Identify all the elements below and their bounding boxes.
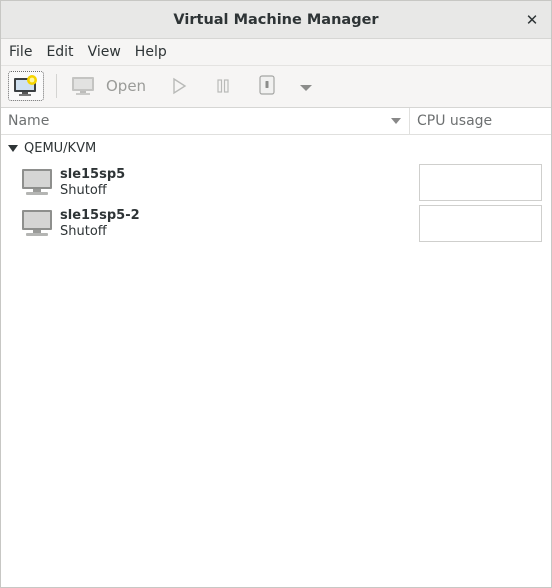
toolbar-separator: [56, 74, 57, 98]
column-name-label: Name: [8, 113, 50, 129]
vm-row[interactable]: sle15sp5 Shutoff: [1, 162, 551, 203]
column-name-header[interactable]: Name: [1, 108, 410, 134]
open-label: Open: [106, 77, 147, 95]
expander-icon[interactable]: [8, 144, 18, 153]
vm-name: sle15sp5-2: [60, 208, 140, 223]
column-header: Name CPU usage: [1, 108, 551, 135]
vm-status: Shutoff: [60, 183, 107, 198]
run-button[interactable]: [171, 77, 187, 99]
main-window: Virtual Machine Manager ✕ File Edit View…: [0, 0, 552, 588]
menu-help[interactable]: Help: [128, 39, 174, 65]
new-vm-button[interactable]: [8, 71, 44, 101]
menu-view[interactable]: View: [81, 39, 128, 65]
play-icon: [173, 77, 187, 95]
pause-button[interactable]: [215, 78, 231, 98]
new-vm-icon: [14, 75, 37, 96]
vm-list: QEMU/KVM sle15sp5 Shutoff sle15sp5-2 Shu…: [1, 135, 551, 244]
pause-icon: [217, 79, 229, 93]
window-title: Virtual Machine Manager: [173, 11, 379, 28]
shutdown-button[interactable]: [257, 74, 277, 100]
menu-edit[interactable]: Edit: [39, 39, 80, 65]
vm-name: sle15sp5: [60, 167, 126, 182]
chevron-down-icon: [300, 85, 312, 91]
group-label: QEMU/KVM: [24, 141, 97, 156]
open-button[interactable]: Open: [71, 73, 146, 99]
monitor-icon: [72, 77, 94, 95]
cpu-usage-graph: [419, 164, 542, 201]
titlebar[interactable]: Virtual Machine Manager ✕: [1, 1, 551, 39]
vm-monitor-icon: [22, 210, 52, 236]
close-icon[interactable]: ✕: [521, 9, 543, 31]
vm-row[interactable]: sle15sp5-2 Shutoff: [1, 203, 551, 244]
group-row-qemu[interactable]: QEMU/KVM: [1, 135, 551, 162]
column-cpu-header[interactable]: CPU usage: [410, 108, 551, 134]
vm-monitor-icon: [22, 169, 52, 195]
vm-status: Shutoff: [60, 224, 107, 239]
column-cpu-label: CPU usage: [417, 113, 493, 129]
sort-down-icon: [391, 118, 401, 124]
toolbar: Open: [1, 66, 551, 108]
shutdown-icon: [259, 75, 275, 95]
shutdown-menu-button[interactable]: [298, 81, 314, 97]
menu-file[interactable]: File: [2, 39, 39, 65]
cpu-usage-graph: [419, 205, 542, 242]
menubar: File Edit View Help: [1, 39, 551, 66]
